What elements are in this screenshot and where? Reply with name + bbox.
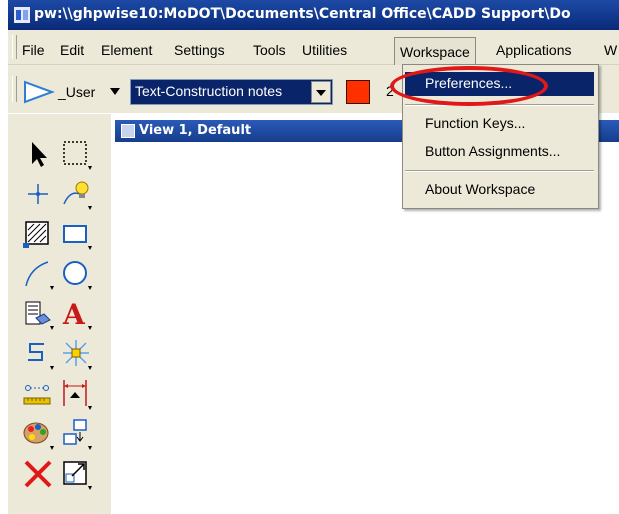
dimension-icon[interactable]: [58, 376, 94, 412]
text-style-dropdown-button[interactable]: [311, 81, 331, 103]
menubar-grip[interactable]: [12, 35, 17, 59]
menu-bar: File Edit Element Settings Tools Utiliti…: [8, 30, 619, 66]
view-title: View 1, Default: [139, 123, 252, 138]
chevron-down-icon: [316, 90, 326, 96]
app-icon: [14, 7, 30, 23]
chevron-down-icon: [110, 88, 120, 95]
active-color-swatch[interactable]: [346, 80, 370, 104]
menu-item-label: Button Assignments...: [425, 143, 561, 159]
delete-x-icon[interactable]: [20, 456, 56, 492]
menu-item-function-keys[interactable]: Function Keys...: [405, 112, 594, 136]
window-title: pw:\\ghpwise10:MoDOT\Documents\Central O…: [34, 6, 571, 22]
user-shape-icon: [24, 80, 55, 104]
light-bulb-icon[interactable]: [58, 176, 94, 212]
menu-settings[interactable]: Settings: [174, 42, 225, 58]
menu-utilities[interactable]: Utilities: [302, 42, 347, 58]
arc-icon[interactable]: [20, 256, 56, 292]
user-preferences-combo[interactable]: _User: [22, 79, 124, 105]
main-tool-palette: A: [8, 114, 111, 514]
menu-file[interactable]: File: [22, 42, 45, 58]
menu-window[interactable]: W: [604, 42, 617, 58]
text-A-icon[interactable]: A: [58, 296, 94, 332]
line-string-icon[interactable]: [20, 336, 56, 372]
toolbar-grip[interactable]: [12, 76, 17, 102]
menu-item-about-workspace[interactable]: About Workspace: [405, 178, 594, 202]
title-bar[interactable]: pw:\\ghpwise10:MoDOT\Documents\Central O…: [8, 0, 619, 30]
menu-tools[interactable]: Tools: [253, 42, 286, 58]
user-label: _User: [58, 84, 96, 100]
menu-item-label: Function Keys...: [425, 115, 526, 131]
move-copy-icon[interactable]: [58, 416, 94, 452]
menu-item-label: About Workspace: [425, 181, 536, 197]
scale-icon[interactable]: [58, 456, 94, 492]
cell-icon[interactable]: [20, 296, 56, 332]
highlight-circle-annotation: [390, 66, 548, 106]
measure-icon[interactable]: [20, 376, 56, 412]
menu-item-button-assignments[interactable]: Button Assignments...: [405, 140, 594, 164]
text-style-value: Text-Construction notes: [135, 83, 283, 99]
rectangle-icon[interactable]: [58, 216, 94, 252]
menu-element[interactable]: Element: [101, 42, 152, 58]
application-window: pw:\\ghpwise10:MoDOT\Documents\Central O…: [8, 0, 619, 514]
menu-workspace[interactable]: Workspace: [394, 37, 476, 66]
menu-separator: [405, 170, 594, 172]
hatch-icon[interactable]: [20, 216, 56, 252]
svg-text:A: A: [62, 298, 86, 331]
fence-icon[interactable]: [58, 136, 94, 172]
tentative-point-icon[interactable]: [20, 176, 56, 212]
select-arrow-icon[interactable]: [20, 136, 56, 172]
circle-icon[interactable]: [58, 256, 94, 292]
view-control-icon[interactable]: [121, 124, 135, 138]
explosion-icon[interactable]: [58, 336, 94, 372]
menu-edit[interactable]: Edit: [60, 42, 84, 58]
menu-applications[interactable]: Applications: [496, 42, 572, 58]
palette-icon[interactable]: [20, 416, 56, 452]
text-style-select[interactable]: Text-Construction notes: [130, 79, 333, 105]
